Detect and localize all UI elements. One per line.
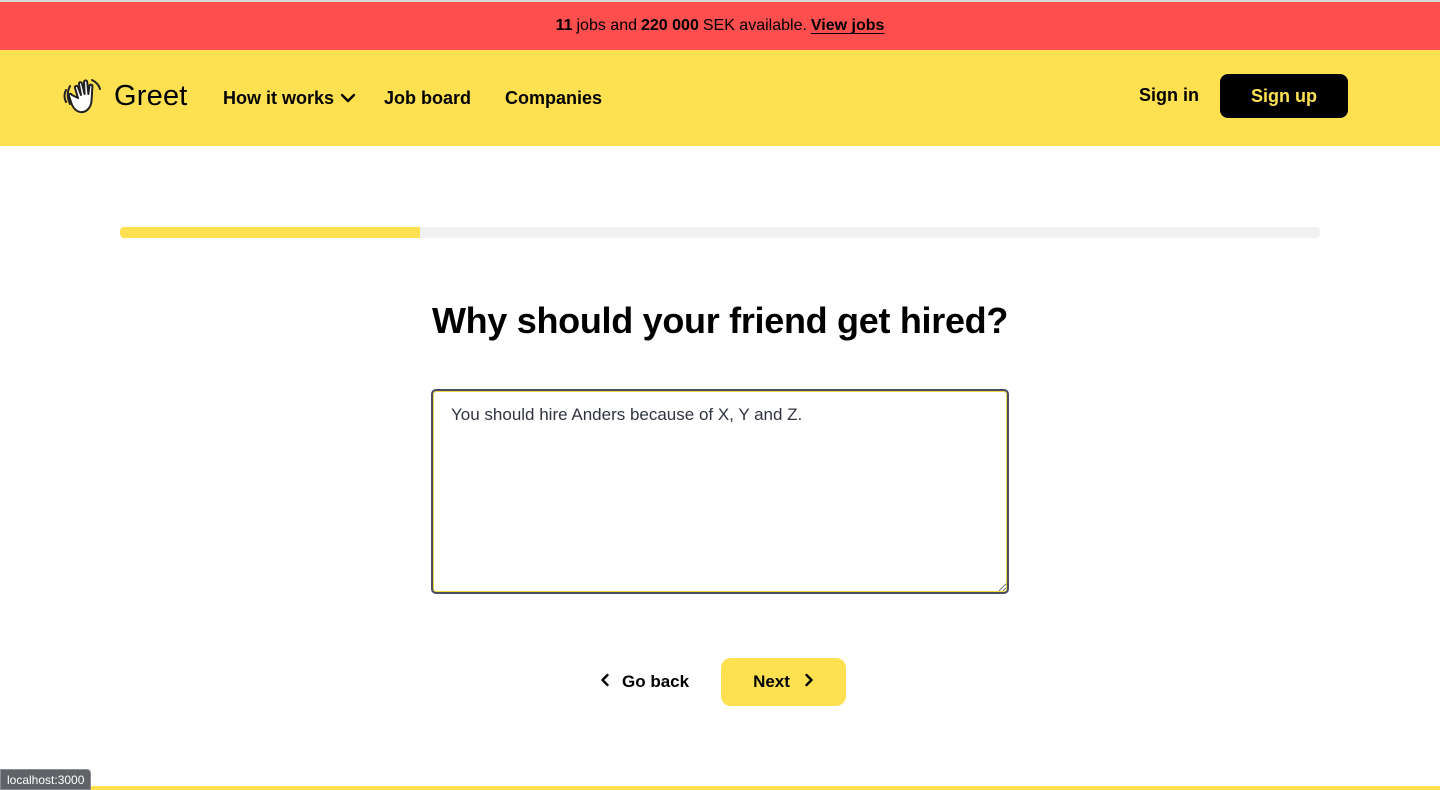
nav-how-it-works[interactable]: How it works — [223, 88, 356, 109]
nav-job-board[interactable]: Job board — [384, 88, 471, 109]
go-back-button[interactable]: Go back — [600, 658, 689, 706]
browser-status-url: localhost:3000 — [0, 769, 92, 790]
chevron-down-icon — [340, 88, 356, 109]
answer-textarea[interactable] — [431, 389, 1009, 594]
next-label: Next — [753, 672, 790, 691]
chevron-right-icon — [804, 672, 814, 692]
sign-in-link[interactable]: Sign in — [1139, 85, 1199, 106]
site-header: Greet How it works Job board Companies S… — [0, 50, 1440, 146]
nav-job-board-label: Job board — [384, 88, 472, 108]
view-jobs-link[interactable]: View jobs — [811, 17, 885, 35]
chevron-left-icon — [600, 672, 610, 692]
waving-hand-icon — [62, 76, 106, 116]
footer-top-border — [0, 786, 1440, 790]
nav-how-it-works-label: How it works — [223, 88, 335, 108]
progress-bar — [120, 227, 1320, 238]
sign-up-button[interactable]: Sign up — [1220, 74, 1348, 118]
banner-jobs-count: 11 — [555, 17, 573, 34]
banner-amount: 220 000 — [641, 17, 699, 34]
logo-text: Greet — [114, 79, 188, 112]
next-button[interactable]: Next — [721, 658, 846, 706]
nav-companies[interactable]: Companies — [505, 88, 602, 109]
banner-amount-text: SEK available. — [702, 17, 807, 34]
progress-bar-fill — [120, 227, 420, 238]
nav-companies-label: Companies — [505, 88, 603, 108]
logo[interactable]: Greet — [62, 76, 188, 116]
jobs-banner: 11 jobs and 220 000 SEK available. View … — [0, 2, 1440, 50]
go-back-label: Go back — [622, 672, 690, 691]
banner-jobs-text: jobs and — [576, 17, 638, 34]
question-title: Why should your friend get hired? — [431, 300, 1009, 341]
